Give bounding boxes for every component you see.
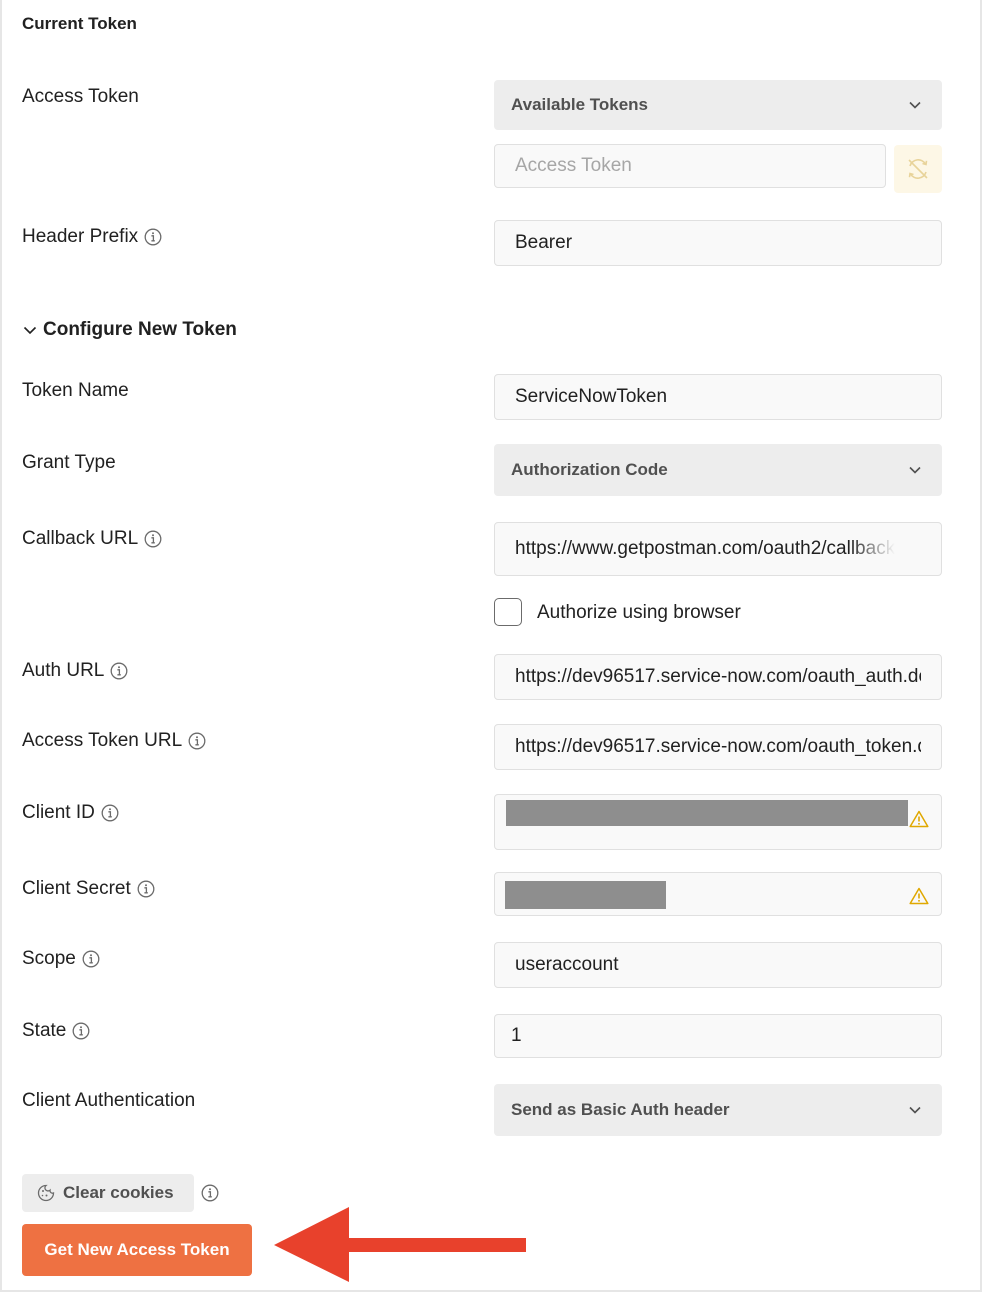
clear-cookies-label: Clear cookies: [63, 1183, 174, 1202]
available-tokens-value: Available Tokens: [511, 95, 648, 114]
header-prefix-label: Header Prefix: [22, 225, 162, 249]
grant-type-label: Grant Type: [22, 452, 116, 473]
scope-label: Scope: [22, 947, 100, 971]
client-secret-redacted: [505, 881, 666, 909]
auth-url-value: https://dev96517.service-now.com/oauth_a…: [515, 666, 921, 687]
client-id-redacted: [506, 800, 908, 826]
client-authentication-dropdown[interactable]: Send as Basic Auth header: [494, 1084, 942, 1136]
token-name-label: Token Name: [22, 380, 129, 401]
get-new-access-token-label: Get New Access Token: [44, 1240, 230, 1259]
callback-url-input[interactable]: https://www.getpostman.com/oauth2/callba…: [494, 522, 942, 576]
state-input[interactable]: 1: [494, 1014, 942, 1058]
token-name-input[interactable]: ServiceNowToken: [494, 374, 942, 420]
access-token-url-value: https://dev96517.service-now.com/oauth_t…: [515, 736, 921, 757]
info-icon[interactable]: [110, 662, 128, 680]
state-value: 1: [511, 1025, 522, 1046]
token-name-value: ServiceNowToken: [515, 386, 668, 407]
client-authentication-value: Send as Basic Auth header: [511, 1100, 730, 1119]
client-authentication-label: Client Authentication: [22, 1090, 196, 1111]
arrow-annotation: [274, 1207, 526, 1282]
grant-type-value: Authorization Code: [511, 460, 668, 479]
chevron-down-icon: [909, 1106, 921, 1114]
clear-cookies-button[interactable]: Clear cookies: [22, 1174, 194, 1212]
access-token-url-input[interactable]: https://dev96517.service-now.com/oauth_t…: [494, 724, 942, 770]
callback-url-value: https://www.getpostman.com/oauth2/callba…: [515, 538, 896, 559]
access-token-label: Access Token: [22, 86, 139, 107]
access-token-placeholder: Access Token: [515, 155, 632, 176]
client-id-label: Client ID: [22, 801, 119, 825]
state-label: State: [22, 1019, 90, 1043]
info-icon[interactable]: [72, 1022, 90, 1040]
info-icon[interactable]: [137, 880, 155, 898]
available-tokens-dropdown[interactable]: Available Tokens: [494, 80, 942, 130]
access-token-url-label: Access Token URL: [22, 729, 206, 753]
configure-new-token-heading: Configure New Token: [43, 319, 237, 340]
chevron-down-icon: [23, 326, 37, 335]
auth-url-label: Auth URL: [22, 659, 128, 683]
info-icon[interactable]: [188, 732, 206, 750]
scope-value: useraccount: [515, 954, 619, 975]
callback-url-label: Callback URL: [22, 527, 162, 551]
info-icon[interactable]: [201, 1184, 219, 1202]
auth-url-input[interactable]: https://dev96517.service-now.com/oauth_a…: [494, 654, 942, 700]
current-token-heading: Current Token: [22, 14, 137, 33]
warning-icon: [909, 810, 929, 828]
chevron-down-icon: [909, 466, 921, 474]
scope-input[interactable]: useraccount: [494, 942, 942, 988]
authorize-browser-label[interactable]: Authorize using browser: [537, 601, 741, 625]
info-icon[interactable]: [82, 950, 100, 968]
cookie-icon: [37, 1184, 55, 1202]
header-prefix-input[interactable]: Bearer: [494, 220, 942, 266]
info-icon[interactable]: [144, 228, 162, 246]
refresh-token-icon: [908, 159, 928, 179]
sync-token-button[interactable]: [894, 145, 942, 193]
authorize-browser-checkbox[interactable]: [494, 598, 522, 626]
access-token-input[interactable]: Access Token: [494, 144, 886, 188]
configure-new-token-toggle[interactable]: Configure New Token: [22, 319, 237, 341]
client-secret-label: Client Secret: [22, 877, 155, 901]
warning-icon: [909, 887, 929, 905]
get-new-access-token-button[interactable]: Get New Access Token: [22, 1224, 252, 1276]
chevron-down-icon: [909, 101, 921, 109]
info-icon[interactable]: [144, 530, 162, 548]
grant-type-dropdown[interactable]: Authorization Code: [494, 444, 942, 496]
header-prefix-value: Bearer: [515, 232, 573, 253]
info-icon[interactable]: [101, 804, 119, 822]
